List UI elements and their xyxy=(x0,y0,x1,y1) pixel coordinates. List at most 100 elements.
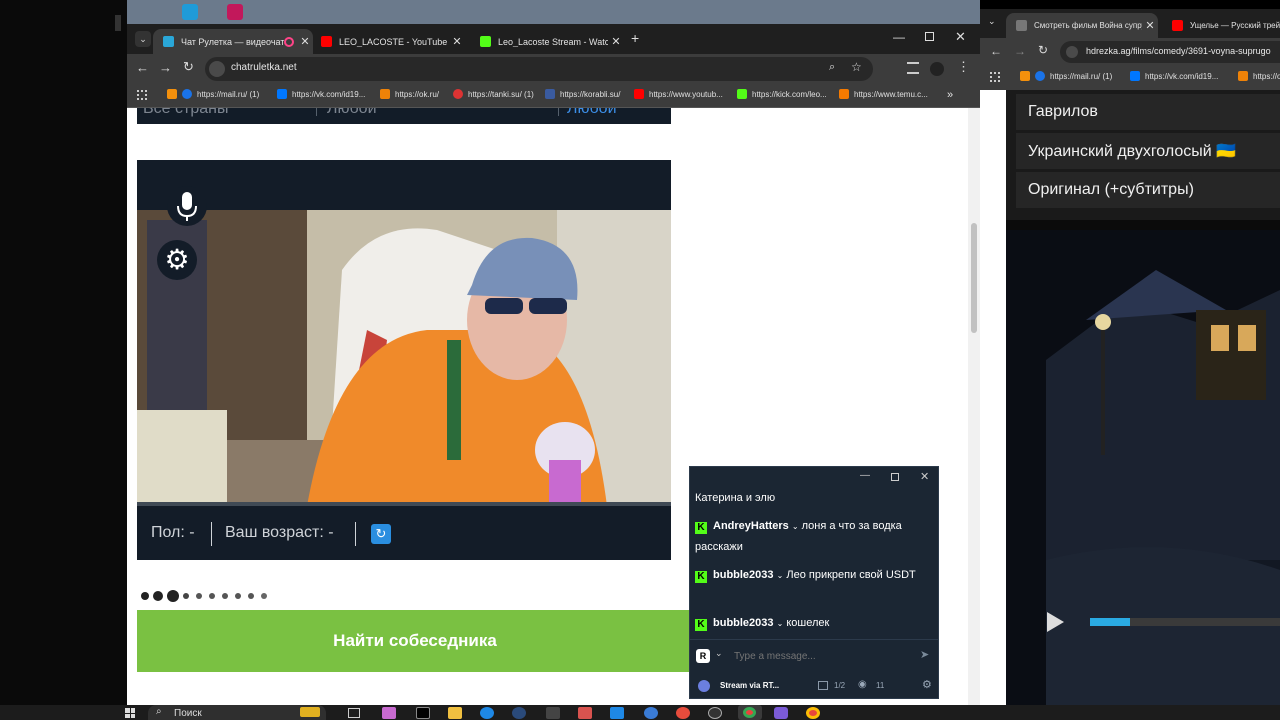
tab-search-chevron-icon[interactable]: ⌄ xyxy=(988,16,996,27)
find-partner-button[interactable]: Найти собеседника xyxy=(137,610,693,672)
profile-avatar[interactable] xyxy=(930,62,944,76)
bookmark-item[interactable]: https://ok.ru/ xyxy=(380,89,439,99)
translation-option[interactable]: Оригинал (+субтитры) xyxy=(1016,172,1280,208)
translation-option[interactable]: Украинский двухголосый 🇺🇦 xyxy=(1016,133,1280,169)
chevron-down-icon[interactable]: ⌄ xyxy=(715,648,723,659)
country-filter[interactable]: Все страны xyxy=(143,108,228,118)
close-window-button[interactable]: ✕ xyxy=(955,29,966,45)
bookmark-item[interactable]: https://korabli.su/ xyxy=(545,89,620,99)
movie-player[interactable] xyxy=(1006,230,1280,705)
task-view-icon[interactable] xyxy=(348,708,360,718)
more-bookmarks-icon[interactable]: » xyxy=(947,89,953,101)
steam-icon[interactable] xyxy=(512,707,526,719)
back-arrow-icon[interactable]: ← xyxy=(990,44,1002,58)
bookmark-item[interactable]: https://o xyxy=(1238,71,1280,81)
tab-hdrezka[interactable]: Смотреть фильм Война супру ✕ xyxy=(1006,13,1158,38)
close-tab-icon[interactable]: ✕ xyxy=(1142,19,1158,32)
video-progress-bar[interactable] xyxy=(1090,618,1280,626)
gear-icon[interactable]: ⚙ xyxy=(922,678,932,691)
bookmark-item[interactable]: https://mail.ru/ (1) xyxy=(167,89,259,99)
chrome-icon[interactable] xyxy=(806,707,820,719)
play-icon[interactable] xyxy=(1042,610,1066,634)
youtube-favicon-icon xyxy=(634,89,644,99)
bookmark-label: https://tanki.su/ (1) xyxy=(468,89,534,99)
taskbar-app-icon[interactable] xyxy=(708,707,722,719)
close-tab-icon[interactable]: ✕ xyxy=(449,35,465,48)
file-explorer-icon[interactable] xyxy=(448,707,462,719)
bookmark-item[interactable]: https://kick.com/leo... xyxy=(737,89,827,99)
tab-title: Ущелье — Русский трей xyxy=(1190,21,1280,30)
reload-icon[interactable]: ↻ xyxy=(183,59,194,75)
taskbar-app-icon[interactable] xyxy=(546,707,560,719)
gender-filter[interactable]: Любой xyxy=(327,108,377,118)
taskbar-app-icon[interactable] xyxy=(676,707,690,719)
chrome-taskbar-button[interactable] xyxy=(738,705,762,720)
minimize-window-button[interactable]: — xyxy=(893,30,905,44)
bookmark-item[interactable]: https://www.temu.c... xyxy=(839,89,928,99)
edge-icon[interactable] xyxy=(480,707,494,719)
taskbar-app-icon[interactable] xyxy=(644,707,658,719)
page-scrollbar[interactable] xyxy=(968,108,980,705)
apps-grid-icon[interactable] xyxy=(990,72,1000,82)
taskbar-app-icon[interactable] xyxy=(578,707,592,719)
chat-message: K AndreyHatters ⌄ лоня а что за водка рас… xyxy=(695,516,935,558)
chat-username[interactable]: AndreyHatters xyxy=(713,520,789,532)
forward-arrow-icon[interactable]: → xyxy=(159,60,172,75)
copy-icon[interactable] xyxy=(818,681,828,690)
temu-favicon-icon xyxy=(839,89,849,99)
rechat-logo-icon[interactable]: R xyxy=(696,649,710,663)
translation-option[interactable]: Гаврилов xyxy=(1016,94,1280,130)
zoom-icon[interactable]: ⌕ xyxy=(829,61,835,74)
loading-dot xyxy=(141,592,149,600)
forward-arrow-icon[interactable]: → xyxy=(1014,44,1026,58)
taskbar-app-icon[interactable] xyxy=(416,707,430,719)
chat-message-input[interactable] xyxy=(734,647,904,665)
chat-username[interactable]: bubble2033 xyxy=(713,617,774,629)
address-bar[interactable]: hdrezka.ag/films/comedy/3691-voyna-supru… xyxy=(1060,41,1280,63)
site-info-icon[interactable] xyxy=(1066,46,1078,58)
tab-youtube[interactable]: LEO_LACOSTE - YouTube ✕ xyxy=(311,29,465,54)
taskbar-app-icon[interactable] xyxy=(382,707,396,719)
age-filter[interactable]: Любой xyxy=(567,108,617,118)
apps-grid-icon[interactable] xyxy=(137,90,147,100)
stream-via-label[interactable]: Stream via RT... xyxy=(720,681,779,690)
chat-username[interactable]: bubble2033 xyxy=(713,569,774,581)
close-tab-icon[interactable]: ✕ xyxy=(608,35,624,48)
tab-kick[interactable]: Leo_Lacoste Stream - Watch Li ✕ xyxy=(470,29,624,54)
chat-minimize-button[interactable]: — xyxy=(860,470,870,481)
taskbar-app-icon[interactable] xyxy=(610,707,624,719)
address-bar[interactable]: chatruletka.net ☆ ⌕ xyxy=(205,57,873,81)
microphone-button[interactable] xyxy=(167,186,207,226)
kick-favicon-icon xyxy=(480,36,491,47)
bookmark-item[interactable]: https://tanki.su/ (1) xyxy=(453,89,534,99)
maximize-window-button[interactable] xyxy=(925,32,934,41)
settings-gear-button[interactable]: ⚙ xyxy=(157,240,197,280)
chat-maximize-button[interactable] xyxy=(891,473,899,481)
tab-search-chevron-icon[interactable]: ⌄ xyxy=(135,31,151,47)
page-margin xyxy=(980,90,1006,705)
taskbar-app-icon[interactable] xyxy=(774,707,788,719)
new-tab-button[interactable]: + xyxy=(631,30,639,46)
search-icon: ⌕ xyxy=(156,706,162,717)
refresh-icon[interactable]: ↻ xyxy=(371,524,391,544)
chat-close-button[interactable]: ✕ xyxy=(920,470,929,483)
back-arrow-icon[interactable]: ← xyxy=(136,60,149,75)
site-info-icon[interactable] xyxy=(209,61,225,77)
taskbar-search-box[interactable]: ⌕ Поиск xyxy=(148,705,326,720)
tab-chatruletka[interactable]: Чат Рулетка — видеочат на ✕ xyxy=(153,29,313,54)
playlist-icon[interactable] xyxy=(907,62,919,74)
bookmark-item[interactable]: https://vk.com/id19... xyxy=(277,89,365,99)
browser-menu-icon[interactable]: ⋮ xyxy=(957,59,970,75)
start-button[interactable] xyxy=(125,708,135,718)
scrollbar-thumb[interactable] xyxy=(971,223,977,333)
background-app-icon xyxy=(227,4,243,20)
bookmark-item[interactable]: https://vk.com/id19... xyxy=(1130,71,1218,81)
send-icon[interactable]: ➤ xyxy=(920,648,929,661)
bookmark-item[interactable]: https://www.youtub... xyxy=(634,89,723,99)
bookmark-star-icon[interactable]: ☆ xyxy=(851,60,862,74)
reload-icon[interactable]: ↻ xyxy=(1038,43,1048,57)
bookmark-label: https://mail.ru/ (1) xyxy=(1050,71,1113,81)
bookmark-item[interactable]: https://mail.ru/ (1) xyxy=(1020,71,1112,81)
gender-info: Пол: - xyxy=(151,524,195,541)
tab-youtube-trailer[interactable]: Ущелье — Русский трей xyxy=(1162,13,1280,38)
